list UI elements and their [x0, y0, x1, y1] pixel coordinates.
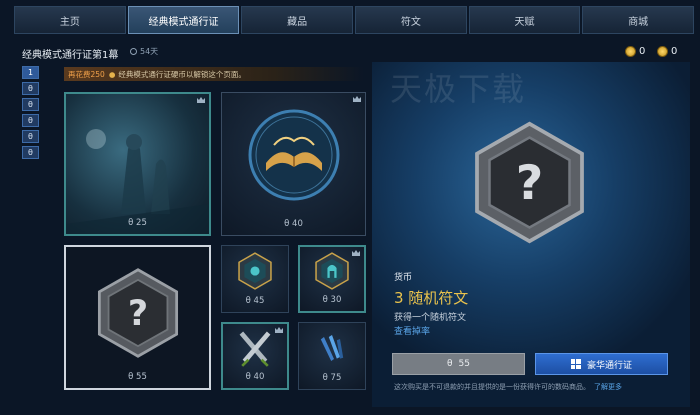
page-button-locked[interactable]: θ	[22, 130, 39, 143]
clock-icon	[130, 48, 137, 55]
item-description: 获得一个随机符文	[394, 313, 467, 323]
notice-amount: 再花费250	[68, 69, 105, 79]
item-name: 3 随机符文	[394, 289, 469, 307]
card-price: θ 75	[322, 373, 342, 383]
page-button-locked[interactable]: θ	[22, 114, 39, 127]
page-selector: 1 θ θ θ θ θ	[22, 66, 39, 159]
deluxe-pass-button[interactable]: 豪华通行证	[535, 353, 668, 375]
days-remaining: 54天	[130, 46, 158, 57]
buy-price: 55	[458, 359, 470, 369]
item-category: 货币	[394, 273, 413, 283]
tab-home[interactable]: 主页	[14, 6, 126, 34]
helmet-icon	[315, 252, 349, 290]
tab-runes[interactable]: 符文	[355, 6, 467, 34]
tab-talents[interactable]: 天赋	[468, 6, 581, 34]
card-price: θ 30	[322, 295, 342, 305]
lock-icon: θ	[447, 359, 453, 369]
card-price: θ 25	[128, 218, 147, 228]
coin-a-count: 0	[639, 46, 646, 57]
page-button-1[interactable]: 1	[22, 66, 39, 79]
reward-card-mystery-selected[interactable]: ? θ 55	[64, 245, 211, 390]
lock-icon: θ	[28, 116, 33, 125]
crown-icon	[275, 327, 283, 333]
book-art-image	[248, 109, 340, 201]
lock-icon: θ	[28, 100, 33, 109]
svg-text:?: ?	[128, 294, 148, 334]
card-price: θ 40	[245, 372, 265, 382]
mystery-hex-icon: ?	[97, 268, 179, 358]
tab-classic-pass[interactable]: 经典模式通行证	[127, 6, 240, 34]
splash-art-image	[66, 129, 209, 234]
top-navigation: 主页 经典模式通行证 藏品 符文 天赋 商城	[14, 6, 695, 34]
lock-icon: θ	[28, 148, 33, 157]
reward-card-helmet[interactable]: θ 30	[298, 245, 366, 313]
crossed-swords-icon	[239, 331, 271, 367]
crown-icon	[197, 97, 205, 103]
reward-card-emblem[interactable]: θ 45	[221, 245, 289, 313]
card-price: θ 40	[284, 219, 303, 229]
reward-card-blue-weapon[interactable]: θ 75	[298, 322, 366, 390]
crown-icon	[353, 96, 361, 102]
gold-coin-icon	[657, 46, 668, 57]
reward-card-splash[interactable]: θ 25	[64, 92, 211, 236]
lock-icon: θ	[28, 84, 33, 93]
page-title: 经典模式通行证第1幕	[22, 50, 119, 61]
mystery-hex-icon: ?	[475, 121, 584, 244]
page-button-locked[interactable]: θ	[22, 82, 39, 95]
currency-coin-b: 0	[657, 46, 677, 57]
blue-weapon-icon	[320, 335, 344, 361]
pass-coin-icon	[625, 46, 636, 57]
page-button-locked[interactable]: θ	[22, 146, 39, 159]
page-button-locked[interactable]: θ	[22, 98, 39, 111]
item-detail-panel: 天极下载 ? 货币 3 随机符文 获得一个随机符文 查看掉率 θ 55 豪华通行…	[372, 62, 690, 407]
tab-store[interactable]: 商城	[582, 6, 695, 34]
days-remaining-text: 54天	[140, 47, 159, 56]
crown-icon	[352, 250, 360, 256]
windows-logo-icon	[570, 359, 581, 369]
card-price: θ 55	[128, 372, 147, 382]
reward-card-book[interactable]: θ 40	[221, 92, 366, 236]
reward-card-swords[interactable]: θ 40	[221, 322, 289, 390]
tab-collection[interactable]: 藏品	[241, 6, 354, 34]
buy-with-coins-button[interactable]: θ 55	[392, 353, 525, 375]
watermark-text: 天极下载	[390, 70, 527, 108]
view-drop-rates-link[interactable]: 查看掉率	[394, 324, 430, 337]
unlock-notice: 再花费250 ● 经典模式通行证硬币以解锁这个页面。	[64, 67, 364, 81]
deluxe-pass-label: 豪华通行证	[586, 360, 632, 371]
notice-text: 经典模式通行证硬币以解锁这个页面。	[118, 69, 246, 79]
purchase-disclaimer: 这次购买是不可退款的并且提供的是一份获得许可的数码商品。 了解更多	[394, 382, 622, 392]
disclaimer-text: 这次购买是不可退款的并且提供的是一份获得许可的数码商品。	[394, 383, 590, 391]
coin-icon: ●	[108, 69, 116, 79]
lock-icon: θ	[28, 132, 33, 141]
card-price: θ 45	[245, 296, 265, 306]
svg-text:?: ?	[516, 156, 544, 211]
currency-coin-a: 0	[625, 46, 645, 57]
coin-b-count: 0	[671, 46, 678, 57]
learn-more-link[interactable]: 了解更多	[594, 383, 622, 391]
emblem-icon	[238, 252, 272, 290]
